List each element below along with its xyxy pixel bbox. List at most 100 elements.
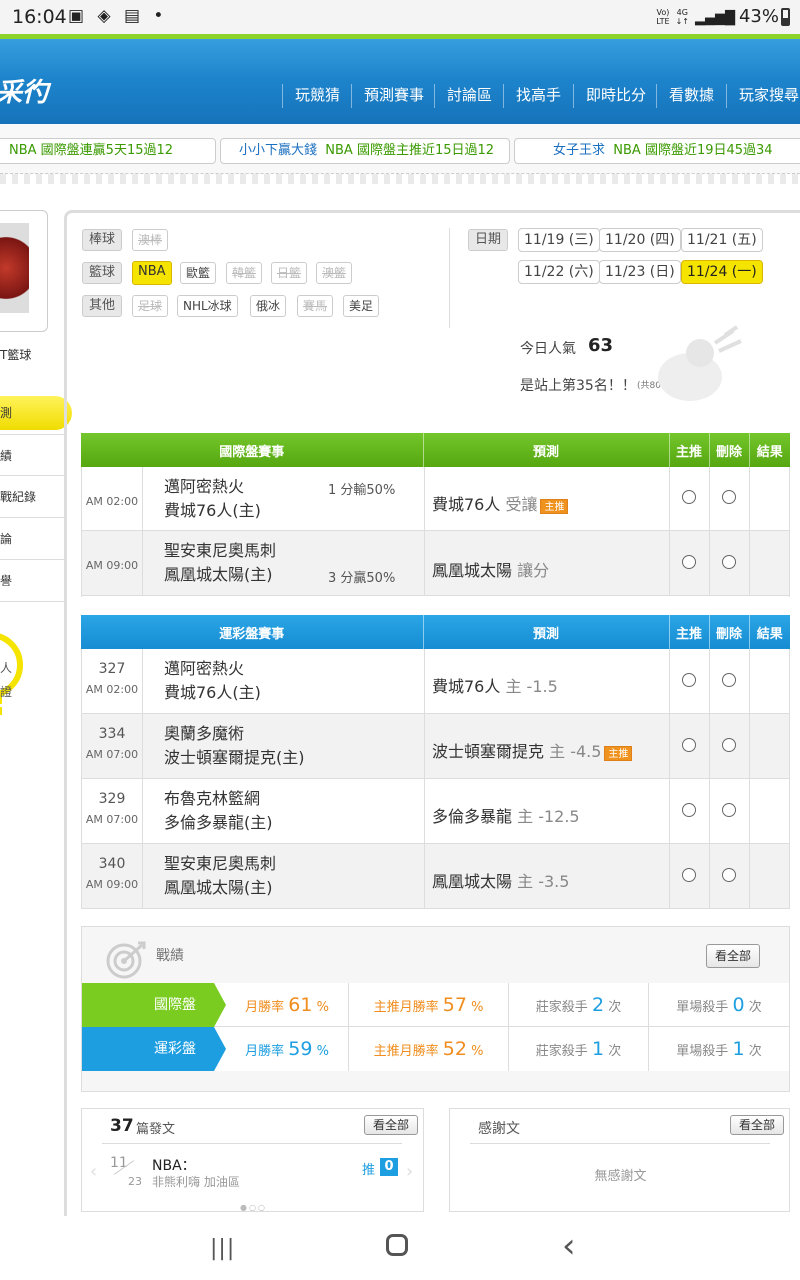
post-subtitle: 非熊利嗨 加油區 (152, 1175, 240, 1189)
filter-divider (449, 228, 450, 328)
chip-russia-hockey[interactable]: 俄冰 (250, 295, 287, 317)
stat-house-killer: 莊家殺手 2 次 (509, 983, 649, 1027)
main-pick-radio[interactable] (682, 803, 696, 817)
chip-nba[interactable]: NBA (132, 261, 172, 285)
sidebar-item[interactable]: 論 (0, 518, 64, 560)
push-label: 推 (362, 1163, 376, 1178)
delete-radio[interactable] (722, 555, 736, 569)
delete-radio[interactable] (722, 673, 736, 687)
sidebar-item[interactable]: 戰紀錄 (0, 476, 64, 518)
cell-divider (709, 714, 710, 779)
sidebar-item[interactable]: 譽 (0, 560, 64, 602)
chip-aus-baseball[interactable]: 澳棒 (132, 229, 169, 251)
filter-label-basketball: 籃球 (82, 262, 123, 284)
date-1124[interactable]: 11/24 (一) (681, 260, 763, 284)
site-logo[interactable]: 采彴 (0, 72, 48, 109)
col-main-pick: 主推 (669, 615, 710, 649)
cell-divider (669, 467, 670, 531)
chip-nhl[interactable]: NHL冰球 (177, 295, 238, 317)
main-pick-radio[interactable] (682, 673, 696, 687)
chip-american-football[interactable]: 美足 (343, 295, 380, 317)
record-see-all-button[interactable]: 看全部 (706, 944, 761, 968)
main-pick-radio[interactable] (682, 490, 696, 504)
chip-horse-racing[interactable]: 賽馬 (297, 295, 334, 317)
col-result: 結果 (749, 615, 790, 649)
record-title: 戰績 (156, 948, 184, 964)
nav-view-data[interactable]: 看數據 (656, 84, 714, 108)
main-pick-badge: 主推 (604, 746, 633, 761)
game-teams: 聖安東尼奧馬刺 鳳凰城太陽(主) (164, 541, 277, 584)
profile-name: T籃球 (0, 348, 32, 362)
thanks-see-all-button[interactable]: 看全部 (730, 1115, 785, 1135)
nav-player-search[interactable]: 玩家搜尋 (726, 84, 799, 108)
ticker-item[interactable]: NBA 國際盤連贏5天15過12 (0, 138, 216, 164)
main-pick-radio[interactable] (682, 868, 696, 882)
popularity-rank: 是站上第35名！！ (520, 378, 636, 394)
top-nav: 采彴 玩競猜 預測賽事 討論區 找高手 即時比分 看數據 玩家搜尋 (0, 34, 800, 124)
stat-main-month-rate: 主推月勝率 57 % (349, 983, 509, 1027)
chip-aus-basketball[interactable]: 澳籃 (316, 262, 353, 284)
table-row: AM 09:00 聖安東尼奧馬刺 鳳凰城太陽(主) 3 分贏50% 鳳凰城太陽 讓… (82, 531, 790, 596)
nav-play-guess[interactable]: 玩競猜 (282, 84, 340, 108)
nav-predict-games[interactable]: 預測賽事 (351, 84, 424, 108)
volte-icon: Vo) LTE (656, 8, 670, 26)
prev-arrow-icon[interactable]: ‹ (90, 1161, 97, 1182)
ticker-item[interactable]: 女子王求 NBA 國際盤近19日45過34 (514, 138, 800, 164)
back-button[interactable]: ‹ (562, 1226, 576, 1266)
record-panel: 戰績 看全部 國際盤 月勝率 61 % 主推月勝率 57 % 莊家殺手 2 次 … (81, 926, 790, 1092)
table-row: 334 AM 07:00 奧蘭多魔術 波士頓塞爾提克(主) 波士頓塞爾提克 主 -4… (82, 714, 789, 779)
chip-kor-basketball[interactable]: 韓籃 (226, 262, 263, 284)
nav-forum[interactable]: 討論區 (434, 84, 492, 108)
popularity-value: 63 (588, 335, 614, 356)
date-1123[interactable]: 11/23 (日) (599, 260, 681, 284)
cell-divider (749, 779, 750, 844)
date-label: 日期 (468, 229, 509, 251)
home-button[interactable] (386, 1234, 408, 1256)
delete-radio[interactable] (722, 490, 736, 504)
stat-main-month-rate: 主推月勝率 52 % (349, 1027, 509, 1071)
system-status: Vo) LTE 4G ↓↑ ▂▄▆█ 43% (656, 6, 790, 27)
date-1120[interactable]: 11/20 (四) (599, 228, 681, 252)
delete-radio[interactable] (722, 738, 736, 752)
ticker-item[interactable]: 小小下贏大錢 NBA 國際盤主推近15日過12 (220, 138, 510, 164)
recent-apps-button[interactable]: ||| (210, 1236, 235, 1261)
sidebar-item-predict-active[interactable]: 測 (0, 396, 72, 430)
date-1121[interactable]: 11/21 (五) (681, 228, 763, 252)
stat-single-killer: 單場殺手 0 次 (676, 994, 762, 1016)
delete-radio[interactable] (722, 803, 736, 817)
main-pick-radio[interactable] (682, 738, 696, 752)
clock: 16:04 (12, 6, 67, 28)
posts-see-all-button[interactable]: 看全部 (364, 1115, 419, 1135)
cell-divider (669, 779, 670, 844)
delete-radio[interactable] (722, 868, 736, 882)
game-teams: 邁阿密熱火 費城76人(主) (164, 477, 261, 520)
main-pick-radio[interactable] (682, 555, 696, 569)
sidebar-item[interactable]: 績 (0, 434, 64, 476)
nav-find-experts[interactable]: 找高手 (503, 84, 561, 108)
handicap-line: 1 分輸50% (328, 483, 396, 498)
nav-accent-line (0, 34, 800, 39)
cell-divider (749, 714, 750, 779)
stat-month-rate: 月勝率 61 % (226, 983, 349, 1027)
game-time: 340 AM 09:00 (85, 856, 139, 891)
chip-football[interactable]: 足球 (132, 295, 169, 317)
col-delete: 刪除 (709, 433, 750, 467)
chip-euro-basketball[interactable]: 歐籃 (180, 262, 217, 284)
avatar-image (0, 223, 29, 313)
cell-divider (669, 531, 670, 596)
next-arrow-icon[interactable]: › (406, 1161, 413, 1182)
post-title[interactable]: NBA： (152, 1155, 196, 1175)
avatar[interactable] (0, 210, 48, 332)
4g-icon: 4G ↓↑ (675, 8, 689, 26)
chip-jpn-basketball[interactable]: 日籃 (271, 262, 308, 284)
date-1119[interactable]: 11/19 (三) (518, 228, 600, 252)
left-sidebar: T籃球 測 績 戰紀錄 論 譽 人證 (0, 210, 72, 1220)
game-time: 329 AM 07:00 (85, 791, 139, 826)
post-count-label: 篇發文 (136, 1122, 176, 1137)
nav-live-scores[interactable]: 即時比分 (573, 84, 646, 108)
android-nav-bar: ||| ‹ (0, 1216, 800, 1280)
col-delete: 刪除 (709, 615, 750, 649)
date-1122[interactable]: 11/22 (六) (518, 260, 600, 284)
col-result: 結果 (749, 433, 790, 467)
thanks-panel: 感謝文 看全部 無感謝文 (449, 1108, 790, 1212)
